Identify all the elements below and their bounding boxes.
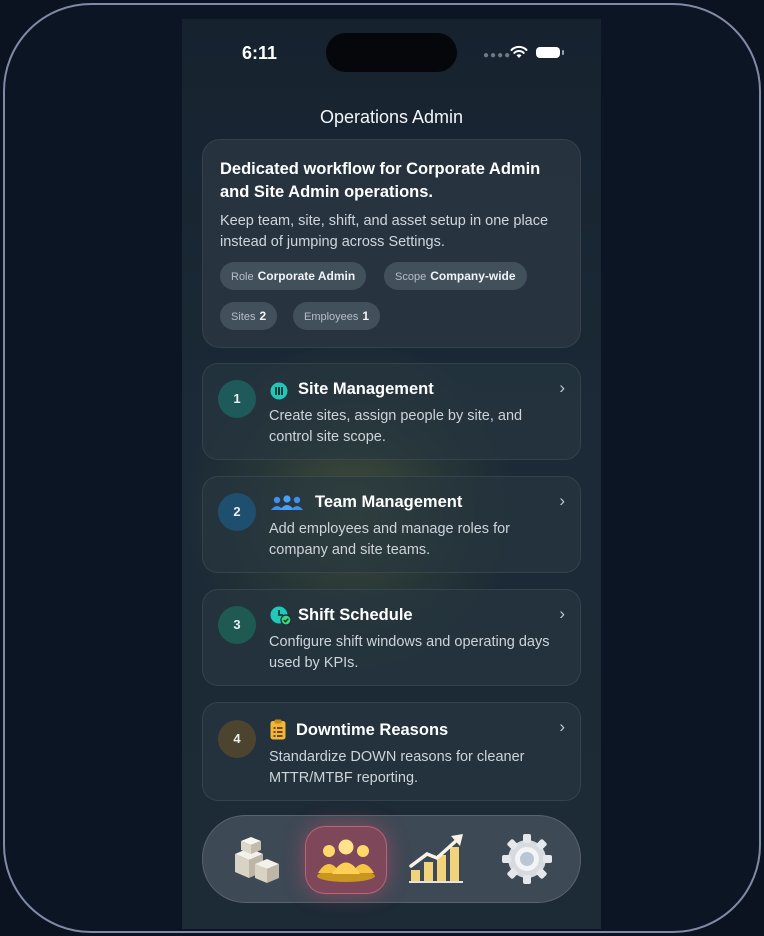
step-number-badge: 2 (218, 493, 256, 531)
device-frame: 6:11 ●●●● Operations Admin Dedicated wor… (3, 3, 761, 933)
team-group-icon (317, 839, 375, 882)
battery-icon (536, 47, 564, 58)
tab-analytics[interactable] (397, 826, 477, 892)
step-number-badge: 1 (218, 380, 256, 418)
wifi-icon (510, 45, 528, 58)
chip-key: Role (231, 271, 254, 283)
shift-schedule-card[interactable]: 3 Shift Schedule Configure shift windows… (202, 589, 581, 686)
scope-chip: Scope Company-wide (384, 262, 527, 290)
employees-chip: Employees 1 (293, 302, 381, 330)
card-title: Site Management (298, 380, 434, 398)
overview-heading: Dedicated workflow for Corporate Admin a… (220, 160, 541, 201)
chevron-right-icon: › (559, 378, 565, 397)
sites-chip: Sites 2 (220, 302, 278, 330)
chip-value: 1 (362, 309, 370, 323)
tab-inventory[interactable] (217, 826, 297, 892)
clipboard-icon (270, 719, 286, 740)
card-title: Downtime Reasons (296, 721, 449, 739)
page-title: Operations Admin (319, 107, 464, 127)
overview-card: Dedicated workflow for Corporate Admin a… (202, 139, 581, 348)
chevron-right-icon: › (559, 491, 565, 510)
chip-value: Company-wide (430, 269, 516, 283)
card-title: Team Management (315, 493, 463, 511)
card-description: Standardize DOWN reasons for cleaner MTT… (269, 749, 525, 786)
growth-chart-icon (409, 834, 463, 883)
card-description: Configure shift windows and operating da… (269, 634, 550, 671)
tab-settings[interactable] (487, 826, 567, 892)
shift-clock-icon (270, 606, 292, 626)
site-icon (270, 382, 288, 400)
chip-key: Employees (304, 311, 359, 323)
card-title: Shift Schedule (298, 606, 413, 624)
site-management-card[interactable]: 1 Site Management Create sites, assign p… (202, 363, 581, 460)
settings-gear-icon (502, 834, 552, 884)
card-description: Create sites, assign people by site, and… (269, 408, 523, 445)
chevron-right-icon: › (559, 717, 565, 736)
overview-description: Keep team, site, shift, and asset setup … (220, 213, 549, 250)
team-management-card[interactable]: 2 Team Management Add employees and mana… (202, 476, 581, 573)
team-icon (271, 495, 303, 510)
card-description: Add employees and manage roles for compa… (269, 521, 511, 558)
phone-screen: 6:11 ●●●● Operations Admin Dedicated wor… (182, 19, 601, 929)
signal-dots-icon: ●●●● (483, 50, 512, 61)
role-chip: Role Corporate Admin (220, 262, 367, 290)
status-bar: 6:11 ●●●● (182, 19, 601, 79)
chip-value: Corporate Admin (257, 269, 356, 283)
step-number-badge: 3 (218, 606, 256, 644)
chip-value: 2 (259, 309, 267, 323)
step-number-badge: 4 (218, 720, 256, 758)
chevron-right-icon: › (559, 604, 565, 623)
tab-team[interactable] (305, 826, 387, 894)
inventory-boxes-icon (235, 837, 279, 883)
bottom-tab-bar (202, 815, 581, 903)
chip-key: Sites (231, 311, 256, 323)
dynamic-island (326, 33, 457, 72)
status-time: 6:11 (242, 43, 278, 63)
chip-key: Scope (395, 271, 427, 283)
downtime-reasons-card[interactable]: 4 Downtime Reasons Standardize DOWN reas… (202, 702, 581, 801)
